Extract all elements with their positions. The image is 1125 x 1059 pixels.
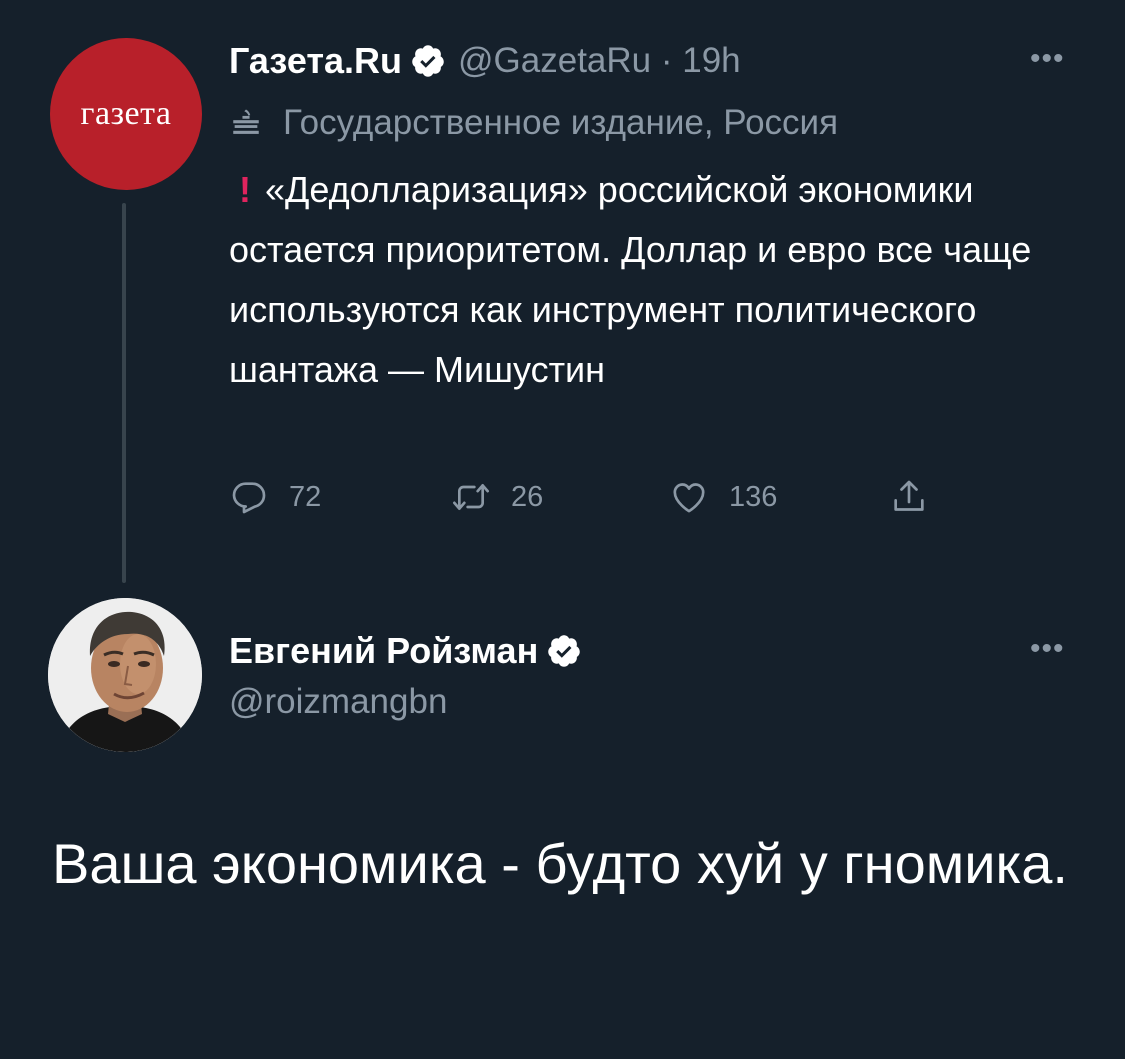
retweet-button[interactable]: 26 [451,472,543,522]
roizman-avatar[interactable] [48,598,202,752]
reply-count: 72 [289,480,322,513]
verified-icon [412,45,444,77]
tweet2-handle[interactable]: @roizmangbn [229,682,447,722]
roizman-portrait-image [48,598,202,752]
like-count: 136 [729,480,778,513]
tweet1-handle-time[interactable]: @GazetaRu · 19h [458,41,741,81]
tweet1-state-media-label[interactable]: Государственное издание, Россия [229,98,838,148]
more-icon[interactable]: ••• [1030,632,1065,666]
like-button[interactable]: 136 [669,472,777,522]
tweet1-author-name[interactable]: Газета.Ru [229,40,402,82]
tweet2-author-name[interactable]: Евгений Ройзман [229,630,538,672]
tweet1-header: Газета.Ru @GazetaRu · 19h [229,36,741,86]
verified-icon [548,635,581,667]
gazeta-avatar[interactable]: газета [50,38,202,190]
retweet-count: 26 [511,480,544,513]
tweet1-body: ! «Дедолларизация» российской экономики о… [229,160,1089,400]
tweet1-action-bar: 72 26 136 [229,472,949,522]
government-building-icon [233,109,259,134]
heart-icon [673,483,705,513]
tweet1-text: «Дедолларизация» российской экономики ос… [229,169,1032,390]
thread-connector-line [122,203,126,583]
tweet2-text: Ваша экономика - будто хуй у гномика. [52,832,1068,895]
more-icon[interactable]: ••• [1030,42,1065,76]
state-media-label-text: Государственное издание, Россия [283,103,839,142]
reply-button[interactable]: 72 [229,472,321,522]
retweet-icon [453,484,489,510]
share-button[interactable] [889,472,929,522]
share-icon [894,480,924,511]
reply-icon [232,482,266,514]
gazeta-avatar-logo-text: газета [80,95,172,132]
tweet2-header: Евгений Ройзман [229,626,594,676]
exclamation-mark-emoji: ! [239,169,251,210]
